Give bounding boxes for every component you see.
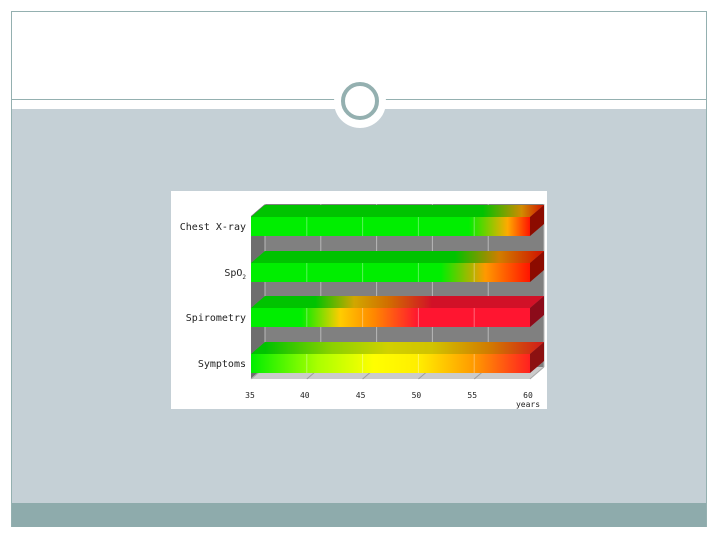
bar-front-face [251,354,530,373]
x-tick-label: 45 [356,391,366,400]
bar-front-face [251,217,530,236]
category-label-subscript: 2 [242,274,246,281]
horizontal-bar-chart: Chest X-ray SpO2 Spirometry Symptoms 35 40 45 5… [180,204,545,409]
bar-top-shade [251,251,544,263]
chart-container: Chest X-ray SpO2 Spirometry Symptoms 35 40 45 5… [171,191,547,409]
x-axis-unit-label: years [516,400,540,409]
x-tick-label: 60 [523,391,533,400]
bar-top-shade [251,296,544,308]
bar-front-face [251,263,530,282]
bar-top-shade [251,342,544,354]
bar-top-shade [251,205,544,217]
bar-front-face [251,308,530,327]
x-tick-label: 40 [300,391,310,400]
x-tick-label: 35 [245,391,255,400]
category-label: Chest X-ray [180,222,246,233]
category-label: Spirometry [186,313,246,324]
category-label: SpO2 [224,268,246,281]
footer-bar [12,503,706,527]
category-label: Symptoms [198,359,246,370]
divider-circle-ornament [341,82,379,120]
x-tick-label: 55 [467,391,477,400]
x-tick-label: 50 [412,391,422,400]
